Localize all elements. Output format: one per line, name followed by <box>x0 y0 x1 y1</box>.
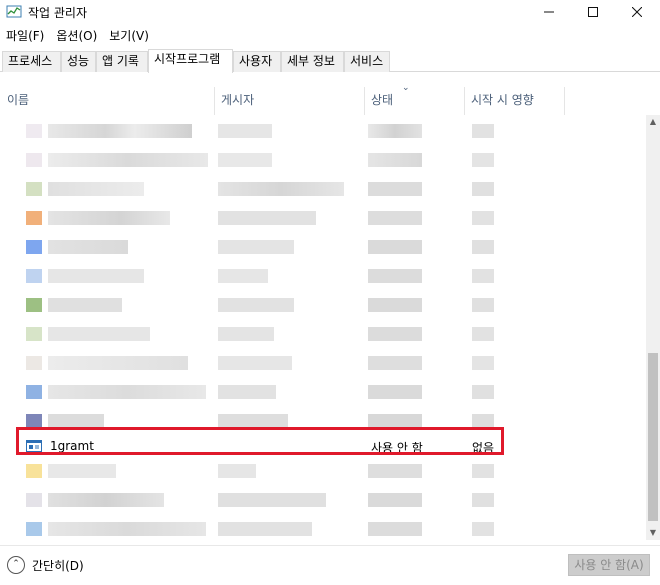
list-item[interactable] <box>0 174 646 203</box>
startup-list: 1gramt 사용 안 함 없음 <box>0 115 646 540</box>
menu-view[interactable]: 보기(V) <box>103 26 155 46</box>
list-item[interactable] <box>0 319 646 348</box>
column-divider[interactable] <box>364 87 365 115</box>
title-bar: 작업 관리자 <box>0 0 660 24</box>
tab-startup[interactable]: 시작프로그램 <box>148 49 233 73</box>
tab-services[interactable]: 서비스 <box>344 51 390 72</box>
window-title: 작업 관리자 <box>28 6 88 20</box>
menu-bar: 파일(F) 옵션(O) 보기(V) <box>0 26 155 46</box>
column-divider[interactable] <box>214 87 215 115</box>
scrollbar-thumb[interactable] <box>648 353 658 521</box>
minimize-icon <box>544 11 554 13</box>
column-divider[interactable] <box>464 87 465 115</box>
list-item[interactable] <box>0 514 646 540</box>
fewer-details-link[interactable]: 간단히(D) <box>32 557 84 574</box>
task-manager-icon <box>6 5 22 18</box>
list-item[interactable] <box>0 377 646 406</box>
close-button[interactable] <box>614 0 660 24</box>
menu-file[interactable]: 파일(F) <box>0 26 50 46</box>
tab-details[interactable]: 세부 정보 <box>281 51 344 72</box>
chevron-up-icon[interactable]: ⌃ <box>7 556 25 574</box>
list-item[interactable] <box>0 485 646 514</box>
tab-strip: 프로세스 성능 앱 기록 시작프로그램 사용자 세부 정보 서비스 <box>0 49 660 73</box>
list-item[interactable] <box>0 261 646 290</box>
list-item[interactable] <box>0 145 646 174</box>
close-icon <box>632 7 642 17</box>
tab-users[interactable]: 사용자 <box>233 51 281 72</box>
tab-app-history[interactable]: 앱 기록 <box>96 51 148 72</box>
list-item[interactable] <box>0 203 646 232</box>
maximize-button[interactable] <box>570 0 616 24</box>
highlight-box <box>16 427 504 455</box>
list-item[interactable] <box>0 348 646 377</box>
menu-options[interactable]: 옵션(O) <box>50 26 103 46</box>
disable-button[interactable]: 사용 안 함(A) <box>568 554 650 576</box>
column-startup-impact[interactable]: 시작 시 영향 <box>471 91 534 108</box>
tab-processes[interactable]: 프로세스 <box>2 51 61 72</box>
list-item[interactable] <box>0 232 646 261</box>
column-name[interactable]: 이름 <box>7 91 29 108</box>
scroll-down-icon[interactable]: ▼ <box>646 526 660 540</box>
maximize-icon <box>588 7 598 17</box>
column-divider[interactable] <box>564 87 565 115</box>
list-item[interactable] <box>0 290 646 319</box>
sort-chevron-down-icon: ⌄ <box>402 83 410 93</box>
list-item[interactable] <box>0 116 646 145</box>
minimize-button[interactable] <box>526 0 572 24</box>
tab-performance[interactable]: 성능 <box>61 51 96 72</box>
column-status[interactable]: 상태 <box>371 91 393 108</box>
column-publisher[interactable]: 게시자 <box>221 91 254 108</box>
column-header: 이름 게시자 ⌄ 상태 시작 시 영향 <box>0 83 646 115</box>
scroll-up-icon[interactable]: ▲ <box>646 115 660 129</box>
list-item[interactable] <box>0 456 646 485</box>
footer-bar: ⌃ 간단히(D) 사용 안 함(A) <box>0 545 660 585</box>
vertical-scrollbar[interactable]: ▲ ▼ <box>646 115 660 540</box>
